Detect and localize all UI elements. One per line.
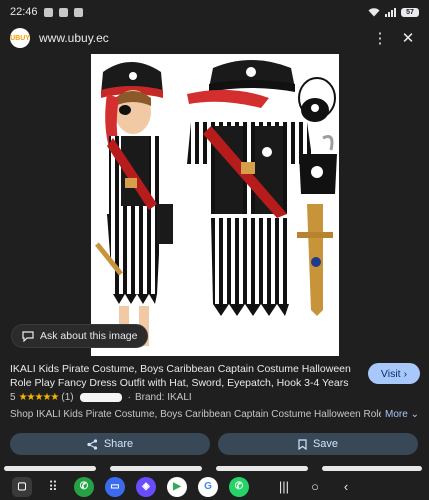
status-right: 57 xyxy=(368,7,419,17)
redacted-block xyxy=(79,393,122,402)
star-rating-icon: ★★★★★ xyxy=(18,392,60,403)
phone-icon[interactable]: ✆ xyxy=(74,476,94,497)
chat-sparkle-icon xyxy=(22,331,34,342)
save-label: Save xyxy=(312,438,339,450)
system-dock: ▢ ⠿ ✆ ▭ ◈ ▶ G ✆ ||| ○ ‹ xyxy=(0,473,429,500)
visit-label: Visit xyxy=(380,367,401,380)
status-bar: 22:46 57 xyxy=(0,0,429,24)
app-grid-icon[interactable]: ⠿ xyxy=(43,479,63,495)
more-label: More xyxy=(385,409,408,420)
site-logo: UBUY xyxy=(10,28,30,48)
rating-value: 5 xyxy=(10,392,16,403)
visit-button[interactable]: Visit › xyxy=(368,363,420,384)
costume-set xyxy=(187,60,313,316)
product-title[interactable]: IKALI Kids Pirate Costume, Boys Caribbea… xyxy=(10,362,355,390)
pirate-costume-illustration xyxy=(95,60,337,346)
result-thumbnail[interactable] xyxy=(4,466,96,471)
share-label: Share xyxy=(103,438,134,450)
wifi-icon xyxy=(368,7,380,16)
notification-icon xyxy=(73,7,83,17)
close-icon[interactable]: ✕ xyxy=(397,27,419,49)
status-time: 22:46 xyxy=(10,6,38,18)
result-thumbnail[interactable] xyxy=(322,466,422,471)
signal-icon xyxy=(385,7,396,17)
description-row: Shop IKALI Kids Pirate Costume, Boys Car… xyxy=(10,409,419,420)
ask-about-image-button[interactable]: Ask about this image xyxy=(11,324,149,348)
battery-icon: 57 xyxy=(401,7,419,17)
share-icon xyxy=(87,438,97,450)
site-url[interactable]: www.ubuy.ec xyxy=(39,31,363,45)
result-strip xyxy=(0,466,429,471)
more-link[interactable]: More ⌄ xyxy=(385,409,419,420)
notification-icon xyxy=(43,7,53,17)
notification-icon xyxy=(58,7,68,17)
accessories xyxy=(297,77,337,316)
review-count: (1) xyxy=(61,392,74,403)
share-button[interactable]: Share xyxy=(10,433,210,455)
home-nav-icon[interactable]: ○ xyxy=(305,479,325,494)
back-nav-icon[interactable]: ‹ xyxy=(336,479,356,494)
brand-separator: · xyxy=(127,392,131,403)
child-model-figure xyxy=(95,62,173,346)
result-thumbnail[interactable] xyxy=(110,466,202,471)
recents-nav-icon[interactable]: ||| xyxy=(274,479,294,494)
chevron-right-icon: › xyxy=(403,367,408,380)
messages-icon[interactable]: ▭ xyxy=(105,476,125,497)
result-thumbnail[interactable] xyxy=(216,466,308,471)
rating-row: 5 ★★★★★ (1) · Brand: IKALI xyxy=(10,392,192,403)
bookmark-icon xyxy=(298,438,307,450)
play-store-icon[interactable]: ▶ xyxy=(167,476,187,497)
browser-top-bar: UBUY www.ubuy.ec ⋮ ✕ xyxy=(0,24,429,52)
recent-app-icon[interactable]: ▢ xyxy=(12,476,32,497)
save-button[interactable]: Save xyxy=(218,433,418,455)
whatsapp-icon[interactable]: ✆ xyxy=(229,476,249,497)
ask-about-image-label: Ask about this image xyxy=(40,330,138,342)
status-left: 22:46 xyxy=(10,6,83,18)
brand-label: Brand: IKALI xyxy=(134,392,192,403)
browser-icon[interactable]: ◈ xyxy=(136,476,156,497)
product-image[interactable] xyxy=(91,54,339,356)
chevron-down-icon: ⌄ xyxy=(410,409,419,420)
more-options-icon[interactable]: ⋮ xyxy=(369,27,391,49)
product-description: Shop IKALI Kids Pirate Costume, Boys Car… xyxy=(10,409,382,420)
google-icon[interactable]: G xyxy=(198,476,218,497)
